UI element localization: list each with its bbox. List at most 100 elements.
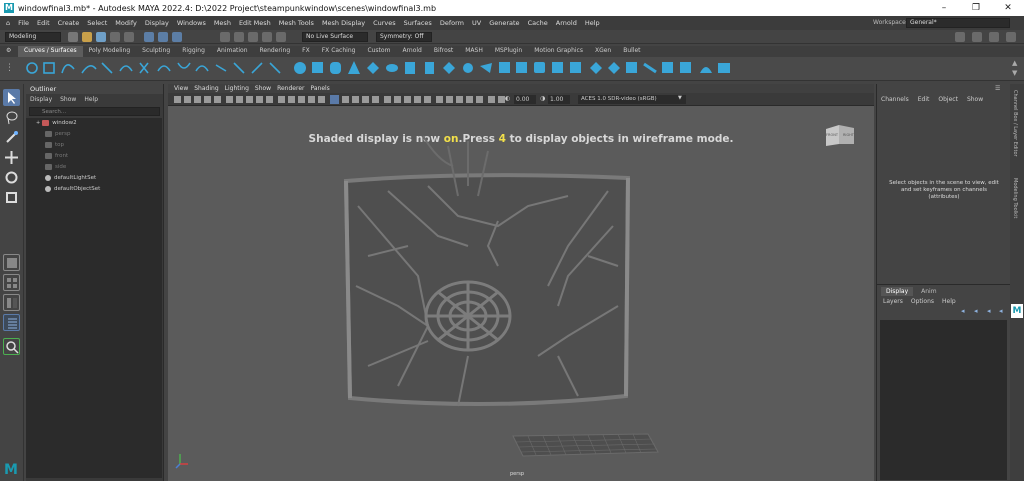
outliner-item-window2[interactable]: + window2 [36, 120, 77, 126]
outliner-item-defaultobjectset[interactable]: defaultObjectSet [45, 186, 100, 192]
tab-rendering[interactable]: Rendering [254, 46, 297, 57]
render-icon[interactable] [955, 32, 965, 42]
four-view-layout-icon[interactable] [3, 274, 20, 291]
menuset-select[interactable]: Modeling [5, 32, 61, 42]
attribute-editor-icon[interactable] [989, 32, 999, 42]
menu-mesh-tools[interactable]: Mesh Tools [279, 19, 314, 27]
tab-mash[interactable]: MASH [459, 46, 489, 57]
viewport-menu-panels[interactable]: Panels [310, 84, 329, 93]
maya-side-logo-icon[interactable]: M [1011, 304, 1023, 318]
tab-sculpting[interactable]: Sculpting [136, 46, 176, 57]
menu-file[interactable]: File [18, 19, 29, 27]
tab-display[interactable]: Display [881, 287, 914, 296]
viewport-3d-view[interactable]: Shaded display is now on.Press 4 to disp… [168, 106, 874, 481]
select-tool-icon[interactable] [3, 89, 20, 106]
shelf-scroll-up-icon[interactable]: ▲ [1012, 59, 1017, 67]
channels-menu-edit[interactable]: Edit [918, 96, 930, 103]
menu-deform[interactable]: Deform [440, 19, 464, 27]
outliner-menu-display[interactable]: Display [30, 94, 52, 105]
menu-arnold[interactable]: Arnold [556, 19, 577, 27]
scale-tool-icon[interactable] [3, 189, 20, 206]
tab-motion-graphics[interactable]: Motion Graphics [528, 46, 589, 57]
tab-custom[interactable]: Custom [361, 46, 396, 57]
menu-windows[interactable]: Windows [177, 19, 206, 27]
menu-edit-mesh[interactable]: Edit Mesh [239, 19, 271, 27]
tab-rigging[interactable]: Rigging [176, 46, 211, 57]
menu-curves[interactable]: Curves [373, 19, 396, 27]
viewport-menu-renderer[interactable]: Renderer [277, 84, 304, 93]
gamma-field[interactable]: 1.00 [548, 95, 570, 104]
tab-curves-surfaces[interactable]: Curves / Surfaces [18, 46, 83, 57]
side-tab-channel-box[interactable]: Channel Box / Layer Editor [1012, 90, 1018, 157]
snap-point-icon[interactable] [248, 32, 258, 42]
redo-icon[interactable] [124, 32, 134, 42]
workspace-select[interactable]: General* [906, 18, 1010, 28]
menu-help[interactable]: Help [585, 19, 600, 27]
shelf-settings-icon[interactable]: ⚙ [0, 46, 18, 57]
view-cube-icon[interactable]: FRONT RIGHT [823, 122, 857, 148]
tab-anim[interactable]: Anim [913, 287, 944, 296]
tab-fx[interactable]: FX [296, 46, 316, 57]
new-scene-icon[interactable] [68, 32, 78, 42]
open-scene-icon[interactable] [82, 32, 92, 42]
channels-menu-show[interactable]: Show [967, 96, 983, 103]
tab-animation[interactable]: Animation [211, 46, 254, 57]
colorspace-select[interactable]: ACES 1.0 SDR-video (sRGB) [578, 95, 686, 104]
save-scene-icon[interactable] [96, 32, 106, 42]
tab-poly-modeling[interactable]: Poly Modeling [83, 46, 137, 57]
move-layer-up-icon[interactable]: ◂ [961, 307, 965, 315]
menu-edit[interactable]: Edit [37, 19, 50, 27]
single-perspective-layout-icon[interactable] [3, 254, 20, 271]
new-layer-selected-icon[interactable]: ◂ [999, 307, 1003, 315]
layer-list[interactable] [880, 320, 1007, 480]
snap-grid-icon[interactable] [220, 32, 230, 42]
menu-surfaces[interactable]: Surfaces [404, 19, 432, 27]
tab-xgen[interactable]: XGen [589, 46, 617, 57]
exposure-field[interactable]: 0.00 [514, 95, 536, 104]
tab-msplugin[interactable]: MSPlugin [489, 46, 528, 57]
ipr-icon[interactable] [972, 32, 982, 42]
menu-mesh[interactable]: Mesh [214, 19, 231, 27]
shelf-scroll-down-icon[interactable]: ▼ [1012, 69, 1017, 77]
viewport-menu-lighting[interactable]: Lighting [225, 84, 249, 93]
snap-view-icon[interactable] [262, 32, 272, 42]
symmetry-select[interactable]: Symmetry: Off [376, 32, 432, 42]
outliner-item-top[interactable]: top [45, 142, 64, 148]
select-hierarchy-icon[interactable] [144, 32, 154, 42]
outliner-layout-icon[interactable] [3, 314, 20, 331]
layers-menu-layers[interactable]: Layers [883, 298, 903, 305]
panel-menu-icon[interactable]: ☰ [995, 85, 1000, 92]
menu-uv[interactable]: UV [472, 19, 481, 27]
outliner-item-front[interactable]: front [45, 153, 68, 159]
live-surface-field[interactable]: No Live Surface [302, 32, 368, 42]
move-layer-down-icon[interactable]: ◂ [974, 307, 978, 315]
snap-surface-icon[interactable] [276, 32, 286, 42]
layers-menu-options[interactable]: Options [911, 298, 934, 305]
menu-cache[interactable]: Cache [528, 19, 548, 27]
persp-outliner-layout-icon[interactable] [3, 294, 20, 311]
layers-menu-help[interactable]: Help [942, 298, 956, 305]
tab-fx-caching[interactable]: FX Caching [316, 46, 362, 57]
viewport-menu-shading[interactable]: Shading [194, 84, 218, 93]
menu-mesh-display[interactable]: Mesh Display [322, 19, 365, 27]
select-component-icon[interactable] [172, 32, 182, 42]
viewport-menu-show[interactable]: Show [255, 84, 271, 93]
close-button[interactable]: ✕ [992, 0, 1024, 16]
rotate-tool-icon[interactable] [3, 169, 20, 186]
outliner-menu-show[interactable]: Show [60, 94, 76, 105]
side-tab-modeling-toolkit[interactable]: Modeling Toolkit [1012, 178, 1018, 218]
menu-generate[interactable]: Generate [489, 19, 519, 27]
menu-modify[interactable]: Modify [115, 19, 137, 27]
maximize-button[interactable]: ❐ [960, 0, 992, 16]
home-icon[interactable]: ⌂ [6, 19, 10, 27]
minimize-button[interactable]: – [928, 0, 960, 16]
menu-display[interactable]: Display [145, 19, 169, 27]
search-icon[interactable] [3, 338, 20, 355]
outliner-menu-help[interactable]: Help [84, 94, 98, 105]
viewport-menu-view[interactable]: View [174, 84, 188, 93]
channels-menu-object[interactable]: Object [938, 96, 958, 103]
move-tool-icon[interactable] [3, 149, 20, 166]
outliner-item-side[interactable]: side [45, 164, 66, 170]
menu-create[interactable]: Create [58, 19, 80, 27]
shelf-scroll-icon[interactable]: ⋮ [5, 63, 14, 73]
